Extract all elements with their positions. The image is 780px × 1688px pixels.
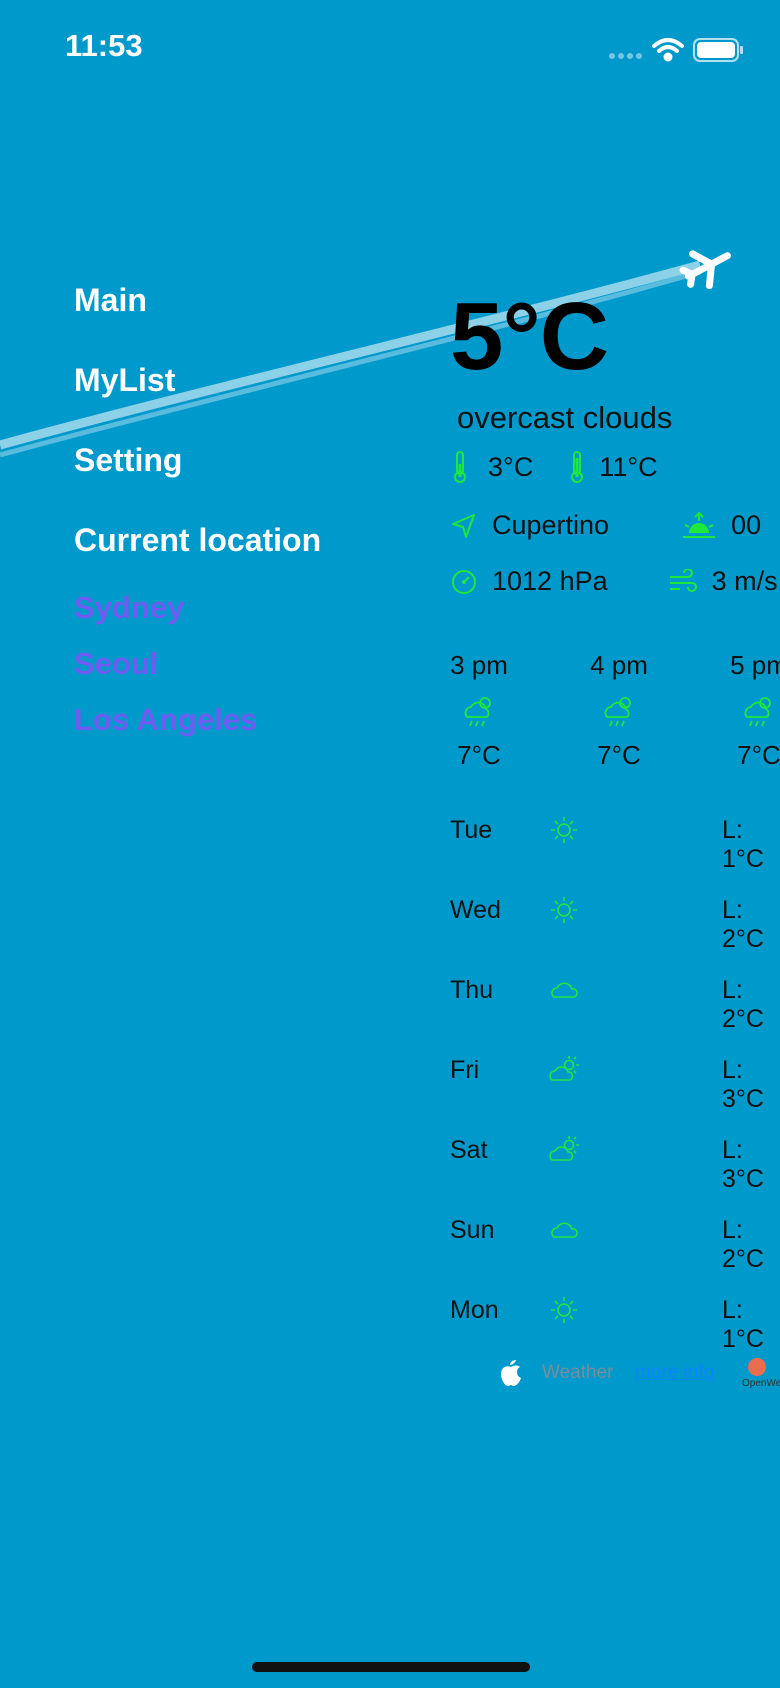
hourly-temp: 7°C: [737, 740, 780, 770]
openweather-label: OpenWe: [742, 1378, 780, 1389]
menu-item-current-location[interactable]: Current location: [74, 520, 321, 588]
menu-item-setting[interactable]: Setting: [74, 440, 321, 520]
pressure-value: 1012 hPa: [492, 566, 608, 596]
daily-row: Tue L: 1°C: [450, 810, 780, 873]
status-time: 11:53: [65, 28, 143, 63]
cloud-icon: [551, 982, 578, 998]
menu-item-mylist[interactable]: MyList: [74, 360, 321, 440]
hourly-time: 5 pm: [730, 650, 780, 680]
weather-panel: 5°C overcast clouds 3°C 11°C Cupertino 0…: [450, 0, 780, 1688]
day-name: Sun: [450, 1216, 495, 1244]
day-low: L: 3°C: [722, 1056, 764, 1113]
attribution-footer: Weather more info OpenWe: [450, 1356, 780, 1396]
day-low: L: 1°C: [722, 816, 764, 873]
hourly-item: 5 pm 7°C: [709, 650, 780, 771]
more-info-link[interactable]: more info: [635, 1362, 714, 1384]
sunrise-time: 00: [731, 510, 762, 540]
cloud-sun-icon: [549, 1056, 579, 1081]
location-name: Cupertino: [492, 510, 610, 540]
city-item-los-angeles[interactable]: Los Angeles: [74, 700, 321, 756]
day-name: Mon: [450, 1296, 499, 1324]
wind-value: 3 m/s: [711, 566, 778, 596]
daily-row: Thu L: 2°C: [450, 970, 780, 1033]
location-arrow-icon: [452, 513, 475, 538]
day-low: L: 2°C: [722, 976, 764, 1033]
daily-row: Sun L: 2°C: [450, 1210, 780, 1273]
location-row: Cupertino 00: [450, 510, 761, 541]
thermometer-low-icon: [454, 451, 466, 483]
openweather-logo-icon: [748, 1358, 766, 1376]
day-low: L: 3°C: [722, 1136, 764, 1193]
day-name: Wed: [450, 896, 501, 924]
home-indicator[interactable]: [252, 1662, 530, 1672]
day-low: L: 2°C: [722, 1216, 764, 1273]
cloud-icon: [551, 1222, 578, 1238]
city-item-sydney[interactable]: Sydney: [74, 588, 321, 644]
day-name: Fri: [450, 1056, 480, 1084]
cloud-sun-icon: [549, 1136, 579, 1161]
hourly-item: 3 pm 7°C: [450, 650, 529, 771]
cloud-sun-rain-icon: [464, 697, 491, 727]
hourly-time: 4 pm: [590, 650, 648, 680]
sunrise-icon: [683, 511, 716, 538]
day-low: L: 2°C: [722, 896, 764, 953]
cloud-sun-rain-icon: [744, 697, 771, 727]
sun-icon: [551, 897, 577, 923]
wind-icon: [669, 568, 697, 592]
hourly-temp: 7°C: [457, 740, 501, 770]
daily-row: Wed L: 2°C: [450, 890, 780, 953]
day-low: L: 1°C: [722, 1296, 764, 1353]
hourly-temp: 7°C: [597, 740, 641, 770]
temp-max: 11°C: [599, 451, 658, 482]
current-temperature: 5°C: [450, 283, 609, 390]
day-name: Thu: [450, 976, 494, 1004]
day-name: Sat: [450, 1136, 488, 1164]
pressure-row: 1012 hPa 3 m/s: [450, 566, 778, 597]
menu-item-main[interactable]: Main: [74, 280, 321, 360]
gauge-icon: [452, 569, 476, 594]
thermometer-high-icon: [571, 451, 584, 483]
temp-min: 3°C: [488, 451, 534, 482]
apple-logo-icon: [501, 1360, 521, 1386]
sun-icon: [551, 817, 577, 843]
min-max-row: 3°C 11°C: [450, 450, 658, 484]
sun-icon: [551, 1297, 577, 1323]
hourly-item: 4 pm 7°C: [569, 650, 669, 771]
hourly-time: 3 pm: [450, 650, 508, 680]
city-item-seoul[interactable]: Seoul: [74, 644, 321, 700]
day-name: Tue: [450, 816, 493, 844]
side-menu: Main MyList Setting Current location Syd…: [74, 280, 321, 756]
daily-row: Sat L: 3°C: [450, 1130, 780, 1193]
cloud-sun-rain-icon: [604, 697, 631, 727]
daily-row: Mon L: 1°C: [450, 1290, 780, 1353]
weather-description: overcast clouds: [457, 400, 673, 435]
weather-attribution: Weather: [542, 1362, 614, 1383]
daily-row: Fri L: 3°C: [450, 1050, 780, 1113]
